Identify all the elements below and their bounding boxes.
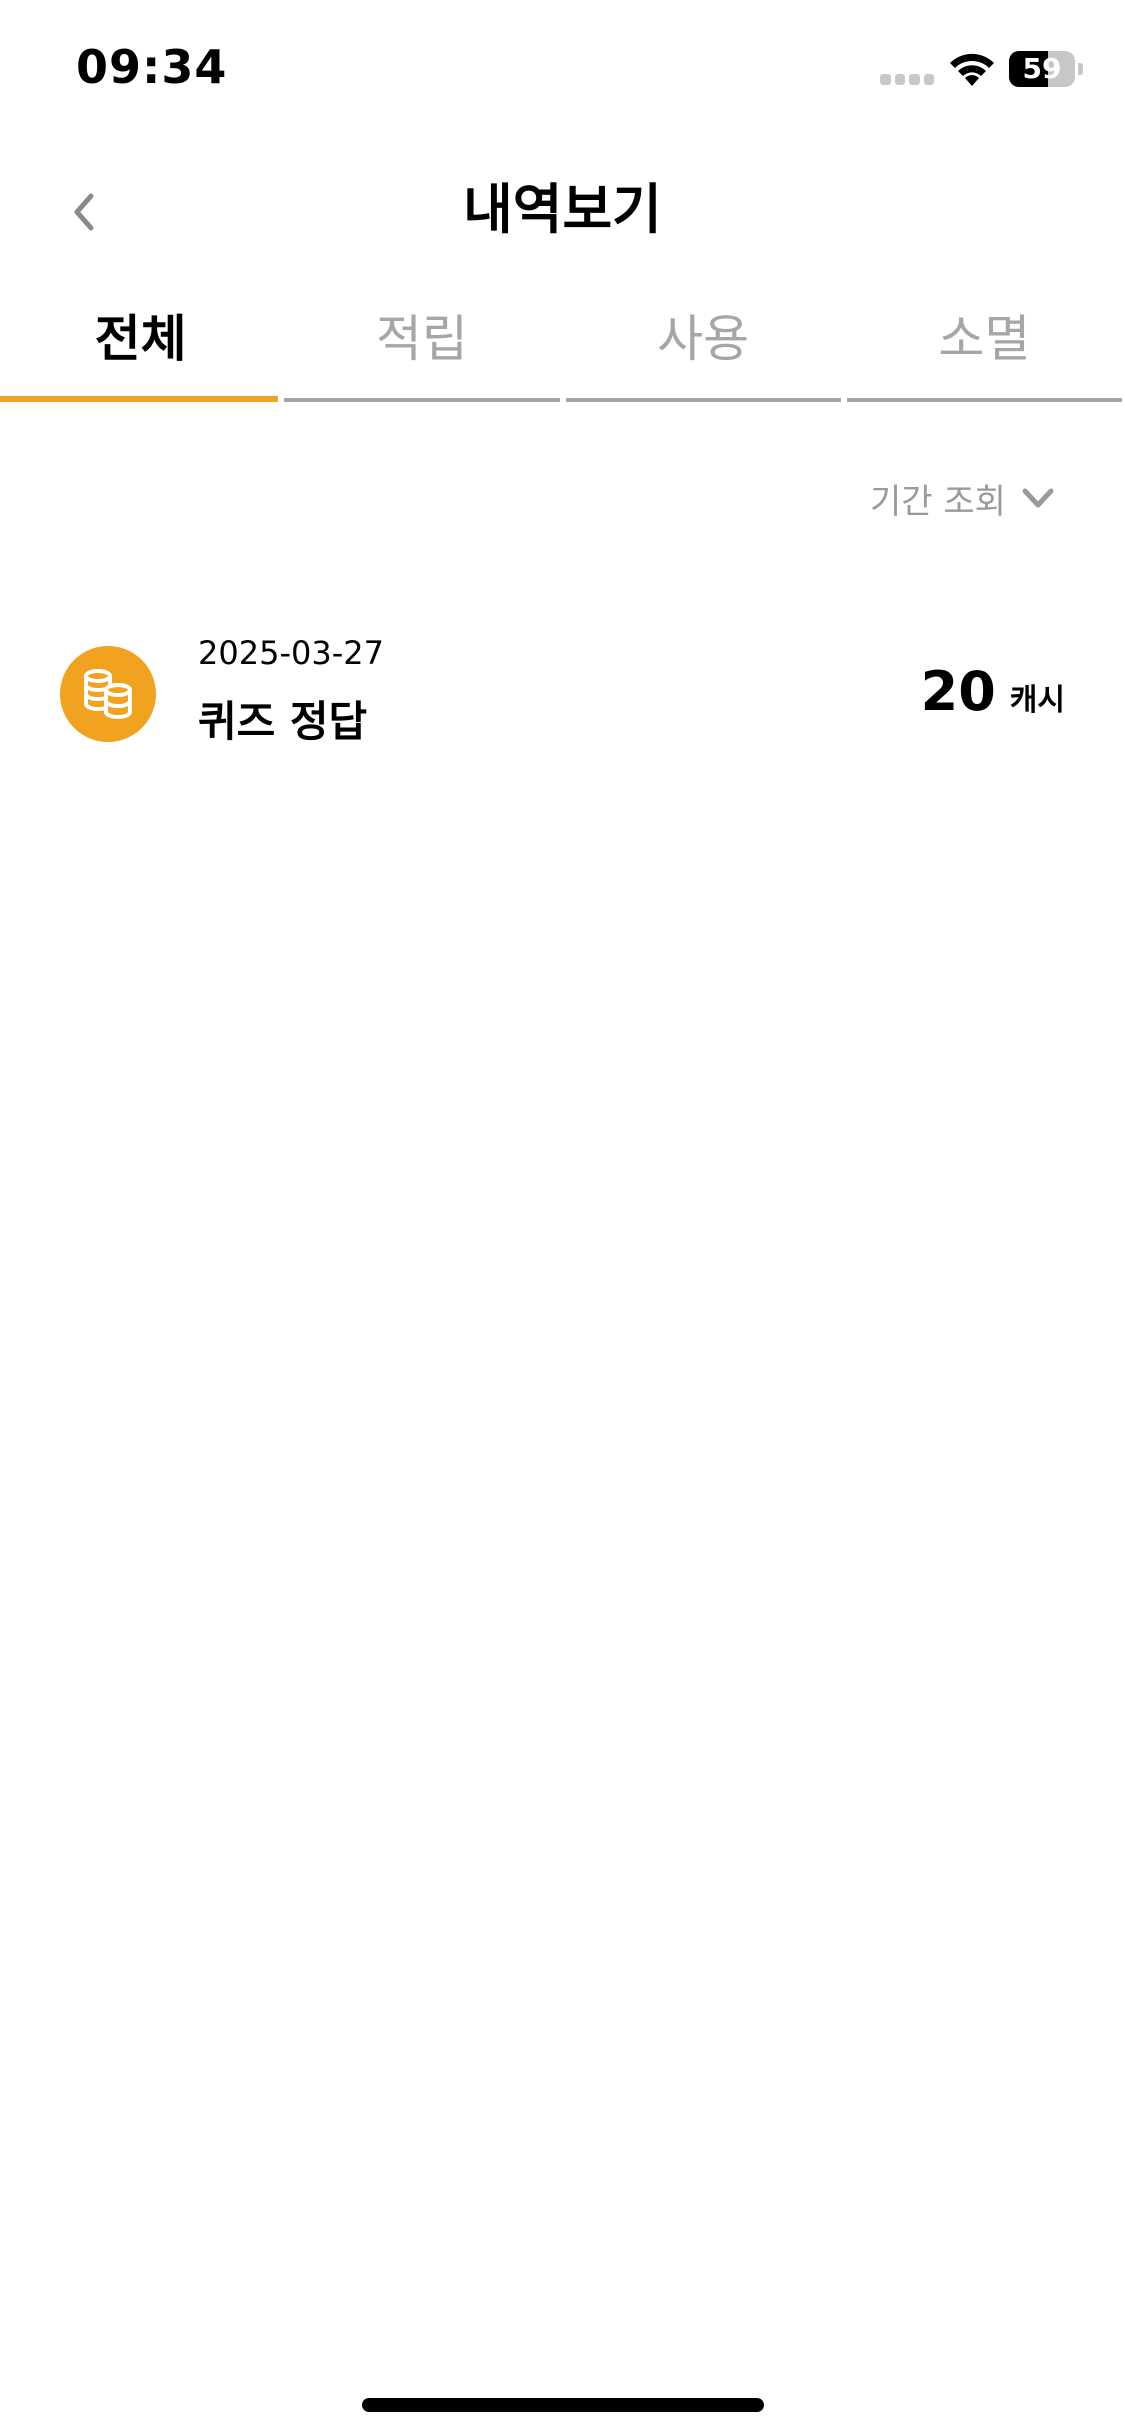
history-list: 2025-03-27 퀴즈 정답 20 캐시 xyxy=(0,620,1125,760)
tab-indicator xyxy=(0,396,279,402)
tab-expired[interactable]: 소멸 xyxy=(844,290,1125,402)
cellular-signal-icon xyxy=(880,74,934,86)
wifi-icon xyxy=(950,53,994,86)
battery-level: 59 xyxy=(1022,52,1062,85)
tab-label: 전체 xyxy=(94,310,187,368)
list-item[interactable]: 2025-03-27 퀴즈 정답 20 캐시 xyxy=(0,620,1125,760)
period-filter-label: 기간 조회 xyxy=(870,481,1006,522)
page-title: 내역보기 xyxy=(463,178,662,241)
tab-label: 적립 xyxy=(375,310,468,368)
item-amount: 20 캐시 xyxy=(921,660,1065,723)
tab-all[interactable]: 전체 xyxy=(0,290,281,402)
amount-unit: 캐시 xyxy=(1009,683,1065,718)
amount-value: 20 xyxy=(920,660,996,723)
screen: 09:34 59 내역보기 전체 적립 사용 소멸 기간 조회 2025-03-… xyxy=(0,0,1125,2436)
tab-indicator xyxy=(284,398,560,402)
home-indicator[interactable] xyxy=(362,2398,764,2412)
chevron-down-icon xyxy=(1022,488,1054,508)
status-bar: 09:34 59 xyxy=(0,0,1125,140)
back-button[interactable] xyxy=(48,176,120,248)
period-filter-button[interactable]: 기간 조회 xyxy=(870,470,1056,526)
tab-used[interactable]: 사용 xyxy=(563,290,844,402)
tab-indicator xyxy=(846,398,1122,402)
battery-icon: 59 xyxy=(1009,51,1083,87)
item-title: 퀴즈 정답 xyxy=(198,697,368,746)
coins-icon xyxy=(60,646,156,742)
status-time: 09:34 xyxy=(76,40,228,94)
tab-indicator xyxy=(565,398,841,402)
tab-label: 소멸 xyxy=(938,310,1031,368)
tab-bar: 전체 적립 사용 소멸 xyxy=(0,290,1125,402)
tab-earned[interactable]: 적립 xyxy=(281,290,562,402)
chevron-left-icon xyxy=(74,193,94,231)
tab-label: 사용 xyxy=(657,310,750,368)
item-date: 2025-03-27 xyxy=(198,634,384,672)
header: 내역보기 xyxy=(0,160,1125,260)
